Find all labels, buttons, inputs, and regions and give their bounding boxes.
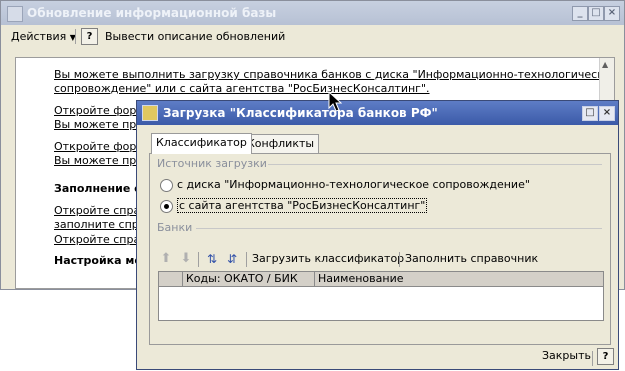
mouse-cursor-icon: [328, 91, 342, 112]
radio-button[interactable]: [160, 178, 173, 192]
toolbar-divider: [198, 252, 199, 267]
bank-load-info-link-cont[interactable]: сопровождение" или с сайта агентства "Ро…: [54, 82, 430, 95]
column-header-name[interactable]: Наименование: [315, 272, 603, 286]
actions-label: Действия: [11, 30, 67, 43]
window-app-icon: [7, 6, 23, 22]
view-link[interactable]: Вы можете прос: [54, 118, 149, 131]
dialog-title-bar: Загрузка "Классификатора банков РФ" □ ×: [137, 101, 618, 125]
bank-load-info-link[interactable]: Вы можете выполнить загрузку справочника…: [54, 68, 614, 81]
window-toolbar: Действия ▼ ? Вывести описание обновлений: [3, 27, 620, 49]
group-divider: [196, 228, 602, 229]
tab-classifier-label: Классификатор: [156, 136, 247, 149]
column-header-codes[interactable]: Коды: ОКАТО / БИК: [183, 272, 315, 286]
bank-classifier-dialog: Загрузка "Классификатора банков РФ" □ × …: [136, 100, 619, 370]
move-up-icon[interactable]: ⬆: [158, 251, 174, 267]
scroll-up-icon[interactable]: ▲: [602, 60, 608, 69]
tab-conflicts[interactable]: Конфликты: [242, 134, 320, 153]
window-title: Обновление информационной базы: [27, 6, 277, 20]
help-button[interactable]: ?: [81, 28, 98, 45]
section-heading: Заполнение сп: [54, 182, 149, 195]
radio-button-checked[interactable]: [160, 199, 173, 213]
toolbar-divider: [75, 29, 76, 44]
radio-disk-label: с диска "Информационно-технологическое с…: [177, 178, 530, 191]
table-header: Коды: ОКАТО / БИК Наименование: [159, 272, 603, 287]
toolbar-divider: [399, 252, 400, 267]
classifier-panel: Источник загрузки с диска "Информационно…: [149, 153, 611, 345]
view-link[interactable]: Вы можете прос: [54, 154, 149, 167]
radio-source-disk[interactable]: с диска "Информационно-технологическое с…: [160, 178, 530, 192]
banks-table[interactable]: Коды: ОКАТО / БИК Наименование: [158, 271, 604, 321]
footer-divider: [592, 351, 593, 366]
help-button[interactable]: ?: [597, 348, 614, 365]
tab-classifier[interactable]: Классификатор: [151, 133, 252, 154]
column-header-mark[interactable]: [159, 272, 183, 286]
source-group-title: Источник загрузки: [157, 157, 267, 170]
load-classifier-button[interactable]: Загрузить классификатор: [252, 252, 404, 265]
tab-conflicts-label: Конфликты: [247, 137, 315, 150]
fill-catalog-button[interactable]: Заполнить справочник: [405, 252, 538, 265]
close-button[interactable]: Закрыть: [542, 349, 591, 362]
banks-toolbar: ⬆ ⬇ ⇅ ⇵ Загрузить классификатор Заполнит…: [158, 250, 602, 270]
minimize-icon[interactable]: _: [572, 6, 588, 21]
sort-descending-icon[interactable]: ⇵: [224, 251, 240, 267]
window-title-bar: Обновление информационной базы _ □ ×: [1, 1, 624, 25]
radio-site-label: с сайта агентства "РосБизнесКонсалтинг": [177, 198, 428, 213]
sort-ascending-icon[interactable]: ⇅: [204, 251, 220, 267]
close-icon[interactable]: ×: [604, 6, 620, 21]
actions-menu-button[interactable]: Действия ▼: [11, 30, 76, 43]
dialog-app-icon: [142, 105, 158, 121]
radio-source-site[interactable]: с сайта агентства "РосБизнесКонсалтинг": [160, 198, 428, 213]
dialog-title: Загрузка "Классификатора банков РФ": [163, 106, 438, 120]
banks-group-title: Банки: [157, 221, 193, 234]
maximize-icon[interactable]: □: [582, 106, 598, 121]
maximize-icon[interactable]: □: [588, 6, 604, 21]
close-icon[interactable]: ×: [599, 106, 615, 121]
output-updates-button[interactable]: Вывести описание обновлений: [105, 30, 285, 43]
move-down-icon[interactable]: ⬇: [178, 251, 194, 267]
group-divider: [268, 164, 602, 165]
toolbar-divider: [246, 252, 247, 267]
